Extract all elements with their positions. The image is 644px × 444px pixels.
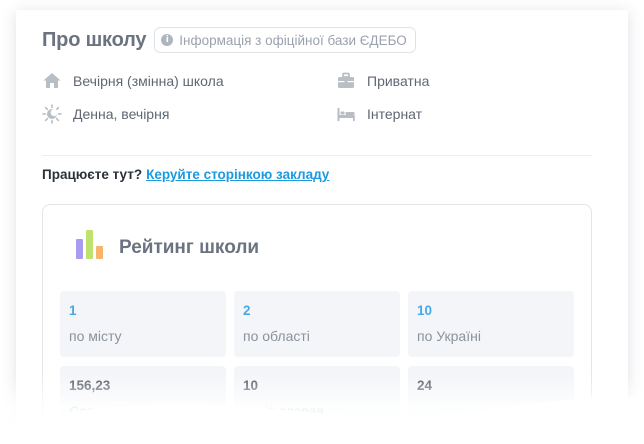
- rating-label: по області: [243, 328, 310, 344]
- fact-study-form: Денна, вечірня: [42, 104, 169, 124]
- manage-prompt: Працюєте тут? Керуйте сторінкою закладу: [42, 167, 329, 182]
- school-facts: Вечірня (змінна) школа Приватна Денна, в…: [42, 71, 592, 143]
- sun-moon-icon: [42, 104, 62, 124]
- fact-ownership-label: Приватна: [367, 73, 430, 89]
- stat-label: Середній бал: [69, 403, 157, 419]
- info-icon: i: [161, 34, 174, 46]
- bed-icon: [337, 108, 355, 121]
- stat-value: 156,23: [69, 378, 111, 393]
- rating-title: Рейтинг школи: [119, 237, 260, 258]
- divider: [42, 155, 592, 156]
- rating-tile-city: 1 по місту: [60, 291, 226, 357]
- fact-ownership: Приватна: [336, 71, 429, 91]
- manage-question: Працюєте тут?: [42, 167, 143, 182]
- stat-label: учнів здавав: [243, 403, 325, 419]
- source-badge[interactable]: i Інформація з офіційної бази ЄДЕБО: [154, 27, 416, 53]
- stat-tile-average-score: 156,23 Середній бал: [60, 366, 226, 430]
- bar-chart-icon: [76, 230, 103, 259]
- manage-page-link[interactable]: Керуйте сторінкою закладу: [146, 167, 329, 182]
- fact-boarding-label: Інтернат: [367, 106, 423, 122]
- rating-value: 10: [417, 303, 433, 318]
- rating-panel: Рейтинг школи 1 по місту 2 по області 10…: [42, 204, 592, 430]
- rating-label: по Україні: [417, 328, 481, 344]
- home-icon: [43, 73, 61, 88]
- about-school-card: Про школу i Інформація з офіційної бази …: [16, 10, 628, 430]
- source-badge-label: Інформація з офіційної бази ЄДЕБО: [179, 32, 407, 48]
- rating-value: 1: [69, 303, 77, 318]
- stat-value: 10: [243, 378, 259, 393]
- stat-tile-students-tested: 10 учнів здавав: [234, 366, 400, 430]
- rating-tile-country: 10 по Україні: [408, 291, 574, 357]
- rating-tile-region: 2 по області: [234, 291, 400, 357]
- rating-header: Рейтинг школи: [75, 229, 259, 259]
- about-section: Про школу i Інформація з офіційної бази …: [42, 26, 592, 143]
- fact-school-type: Вечірня (змінна) школа: [42, 71, 224, 91]
- rating-label: по місту: [69, 328, 122, 344]
- briefcase-icon: [338, 72, 354, 88]
- about-header: Про школу i Інформація з офіційної бази …: [42, 26, 592, 54]
- rating-value: 2: [243, 303, 251, 318]
- fact-school-type-label: Вечірня (змінна) школа: [73, 73, 224, 89]
- fact-study-form-label: Денна, вечірня: [73, 106, 170, 122]
- stat-tile-third: 24: [408, 366, 574, 430]
- fact-boarding: Інтернат: [336, 104, 422, 124]
- stat-value: 24: [417, 378, 433, 393]
- section-title: Про школу: [42, 28, 147, 51]
